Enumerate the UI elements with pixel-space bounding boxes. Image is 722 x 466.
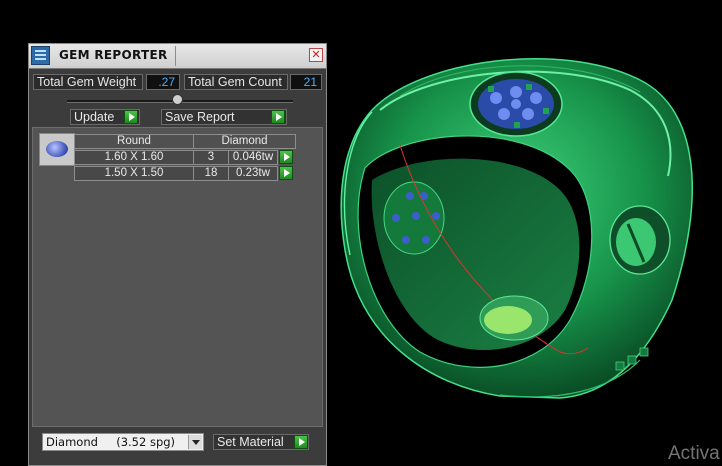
panel-slider-knob[interactable] xyxy=(172,94,183,105)
green-play-arrow-icon[interactable] xyxy=(279,166,293,180)
save-report-button[interactable]: Save Report xyxy=(161,109,287,125)
green-play-arrow-icon[interactable] xyxy=(271,110,285,124)
material-select-value: Diamond (3.52 spg) xyxy=(46,435,176,449)
chevron-down-icon[interactable] xyxy=(188,435,202,449)
green-play-arrow-icon[interactable] xyxy=(279,150,293,164)
panel-titlebar[interactable]: GEM REPORTER ✕ xyxy=(29,44,326,69)
total-gem-count-value: 21 xyxy=(290,74,322,90)
gem-list-area: Round Diamond 1.60 X 1.60 3 0.046tw 1.50… xyxy=(32,127,323,427)
title-divider xyxy=(175,46,176,66)
total-gem-count-label: Total Gem Count xyxy=(184,74,288,90)
round-gem-icon[interactable] xyxy=(39,133,75,166)
gem-weight-cell: 0.046tw xyxy=(228,150,278,165)
green-play-arrow-icon[interactable] xyxy=(294,435,308,449)
ring-model[interactable] xyxy=(340,58,693,399)
update-button[interactable]: Update xyxy=(70,109,140,125)
update-label: Update xyxy=(74,110,115,124)
gem-count-cell: 18 xyxy=(193,166,229,181)
table-header-shape: Round xyxy=(74,134,194,149)
activation-watermark: Activa xyxy=(668,443,720,464)
gem-size-cell: 1.50 X 1.50 xyxy=(74,166,194,181)
gem-count-cell: 3 xyxy=(193,150,229,165)
set-material-label: Set Material xyxy=(217,435,284,449)
total-gem-weight-label: Total Gem Weight xyxy=(33,74,143,90)
close-button[interactable]: ✕ xyxy=(309,48,323,62)
gem-weight-cell: 0.23tw xyxy=(228,166,278,181)
set-material-button[interactable]: Set Material xyxy=(213,434,309,450)
green-play-arrow-icon[interactable] xyxy=(124,110,138,124)
gem-reporter-app-icon xyxy=(31,46,50,65)
panel-title: GEM REPORTER xyxy=(59,48,168,62)
gem-size-cell: 1.60 X 1.60 xyxy=(74,150,194,165)
material-select[interactable]: Diamond (3.52 spg) xyxy=(42,433,204,451)
save-report-label: Save Report xyxy=(165,110,235,124)
table-header-material: Diamond xyxy=(193,134,296,149)
gem-reporter-panel: GEM REPORTER ✕ Total Gem Weight .27 Tota… xyxy=(28,43,327,466)
total-gem-weight-value: .27 xyxy=(146,74,180,90)
